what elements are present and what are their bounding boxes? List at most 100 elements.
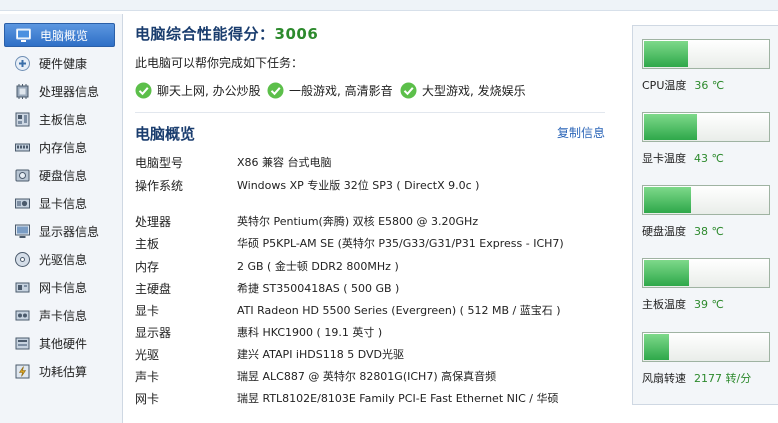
- info-label: 显示器: [135, 325, 172, 340]
- info-label: 处理器: [135, 214, 172, 229]
- info-label: 电脑型号: [135, 155, 184, 170]
- sensor-value: 43 ℃: [694, 152, 724, 165]
- info-label: 显卡: [135, 303, 160, 318]
- sensor-label: 风扇转速 2177 转/分: [642, 370, 751, 386]
- sidebar-item-label: 硬件健康: [39, 56, 88, 71]
- sensor-label: 显卡温度 43 ℃: [642, 150, 724, 166]
- info-label: 网卡: [135, 391, 160, 406]
- task-item: 大型游戏, 发烧娱乐: [400, 82, 526, 99]
- sidebar-item-other-hardware[interactable]: 其他硬件: [4, 331, 115, 355]
- info-value: 瑞昱 ALC887 @ 英特尔 82801G(ICH7) 高保真音频: [237, 370, 497, 383]
- task-item: 聊天上网, 办公炒股: [135, 82, 261, 99]
- info-value: 建兴 ATAPI iHDS118 5 DVD光驱: [237, 348, 404, 361]
- info-value: 惠科 HKC1900 ( 19.1 英寸 ): [237, 326, 383, 339]
- info-label: 操作系统: [135, 178, 184, 193]
- motherboard-temperature-gauge: [642, 258, 770, 288]
- sensor-value: 39 ℃: [694, 298, 724, 311]
- info-row: 显示器 惠科 HKC1900 ( 19.1 英寸 ): [135, 322, 615, 342]
- info-row: 声卡 瑞昱 ALC887 @ 英特尔 82801G(ICH7) 高保真音频: [135, 366, 615, 386]
- info-label: 内存: [135, 259, 160, 274]
- motherboard-icon: [14, 111, 31, 128]
- sidebar-item-hardware-health[interactable]: 硬件健康: [4, 51, 115, 75]
- score-value: 3006: [274, 25, 319, 43]
- sensor-name: 主板温度: [642, 298, 686, 311]
- info-row: 主硬盘 希捷 ST3500418AS ( 500 GB ): [135, 278, 615, 298]
- info-row: 电脑型号 X86 兼容 台式电脑: [135, 152, 615, 172]
- sensor-value: 38 ℃: [694, 225, 724, 238]
- sound-card-icon: [14, 307, 31, 324]
- sidebar-item-cpu[interactable]: 处理器信息: [4, 79, 115, 103]
- optical-drive-icon: [14, 251, 31, 268]
- sidebar-item-label: 光驱信息: [39, 252, 88, 267]
- info-row: 内存 2 GB ( 金士顿 DDR2 800MHz ): [135, 256, 615, 276]
- sidebar: 电脑概览 硬件健康 处理器信息 主板信息 内存信息 硬盘信息 显卡信息 显示器信…: [0, 14, 123, 423]
- info-value: X86 兼容 台式电脑: [237, 156, 332, 169]
- sensor-panel: CPU温度 36 ℃ 显卡温度 43 ℃ 硬盘温度 38 ℃ 主板温度 39 ℃ 风扇转…: [632, 25, 778, 405]
- gauge-fill: [644, 41, 689, 67]
- info-value: 瑞昱 RTL8102E/8103E Family PCI-E Fast Ethe…: [237, 392, 559, 405]
- monitor-icon: [15, 27, 32, 44]
- task-label: 聊天上网, 办公炒股: [157, 84, 261, 98]
- graphics-card-icon: [14, 195, 31, 212]
- info-row: 显卡 ATI Radeon HD 5500 Series (Evergreen) …: [135, 300, 615, 320]
- network-card-icon: [14, 279, 31, 296]
- sidebar-item-motherboard[interactable]: 主板信息: [4, 107, 115, 131]
- check-icon: [135, 82, 152, 99]
- check-icon: [400, 82, 417, 99]
- cpu-temperature-gauge: [642, 39, 770, 69]
- sensor-label: 硬盘温度 38 ℃: [642, 223, 724, 239]
- sidebar-item-label: 处理器信息: [39, 84, 100, 99]
- info-row: 主板 华硕 P5KPL-AM SE (英特尔 P35/G33/G31/P31 Ex…: [135, 233, 615, 253]
- cpu-icon: [14, 83, 31, 100]
- sidebar-item-harddisk[interactable]: 硬盘信息: [4, 163, 115, 187]
- copy-info-link[interactable]: 复制信息: [557, 124, 605, 141]
- disk-temperature-gauge: [642, 185, 770, 215]
- sidebar-item-memory[interactable]: 内存信息: [4, 135, 115, 159]
- memory-icon: [14, 139, 31, 156]
- info-value: 英特尔 Pentium(奔腾) 双核 E5800 @ 3.20GHz: [237, 215, 479, 228]
- sidebar-item-optical-drive[interactable]: 光驱信息: [4, 247, 115, 271]
- top-border: [0, 0, 778, 11]
- task-item: 一般游戏, 高清影音: [267, 82, 393, 99]
- sidebar-item-graphics[interactable]: 显卡信息: [4, 191, 115, 215]
- sensor-label: 主板温度 39 ℃: [642, 296, 724, 312]
- other-hardware-icon: [14, 335, 31, 352]
- sidebar-item-network-card[interactable]: 网卡信息: [4, 275, 115, 299]
- info-label: 光驱: [135, 347, 160, 362]
- sidebar-item-label: 声卡信息: [39, 308, 88, 323]
- sidebar-item-overview[interactable]: 电脑概览: [4, 23, 115, 47]
- info-value: 华硕 P5KPL-AM SE (英特尔 P35/G33/G31/P31 Expr…: [237, 237, 564, 250]
- display-icon: [14, 223, 31, 240]
- sidebar-item-label: 硬盘信息: [39, 168, 88, 183]
- plus-circle-icon: [14, 55, 31, 72]
- info-row: 操作系统 Windows XP 专业版 32位 SP3 ( DirectX 9.0…: [135, 175, 615, 195]
- sidebar-item-label: 其他硬件: [39, 336, 88, 351]
- gauge-fill: [644, 187, 691, 213]
- sensor-label: CPU温度 36 ℃: [642, 77, 724, 93]
- sensor-name: CPU温度: [642, 79, 687, 92]
- divider: [135, 112, 605, 113]
- score-label: 电脑综合性能得分：: [135, 25, 275, 43]
- sensor-value: 36 ℃: [694, 79, 725, 92]
- info-value: Windows XP 专业版 32位 SP3 ( DirectX 9.0c ): [237, 179, 480, 192]
- sidebar-item-label: 内存信息: [39, 140, 88, 155]
- task-label: 一般游戏, 高清影音: [289, 84, 393, 98]
- info-label: 主板: [135, 236, 160, 251]
- sidebar-item-sound-card[interactable]: 声卡信息: [4, 303, 115, 327]
- sidebar-item-power[interactable]: 功耗估算: [4, 359, 115, 383]
- sidebar-item-label: 主板信息: [39, 112, 88, 127]
- gpu-temperature-gauge: [642, 112, 770, 142]
- gauge-fill: [644, 334, 670, 360]
- info-row: 处理器 英特尔 Pentium(奔腾) 双核 E5800 @ 3.20GHz: [135, 211, 615, 231]
- sidebar-item-display[interactable]: 显示器信息: [4, 219, 115, 243]
- info-value: 2 GB ( 金士顿 DDR2 800MHz ): [237, 260, 399, 273]
- sidebar-item-label: 网卡信息: [39, 280, 88, 295]
- sidebar-item-label: 功耗估算: [39, 364, 88, 379]
- check-icon: [267, 82, 284, 99]
- sidebar-item-label: 显卡信息: [39, 196, 88, 211]
- task-intro: 此电脑可以帮你完成如下任务：: [135, 56, 304, 70]
- info-row: 网卡 瑞昱 RTL8102E/8103E Family PCI-E Fast Et…: [135, 388, 615, 408]
- info-value: 希捷 ST3500418AS ( 500 GB ): [237, 282, 400, 295]
- task-label: 大型游戏, 发烧娱乐: [422, 84, 526, 98]
- sensor-name: 显卡温度: [642, 152, 686, 165]
